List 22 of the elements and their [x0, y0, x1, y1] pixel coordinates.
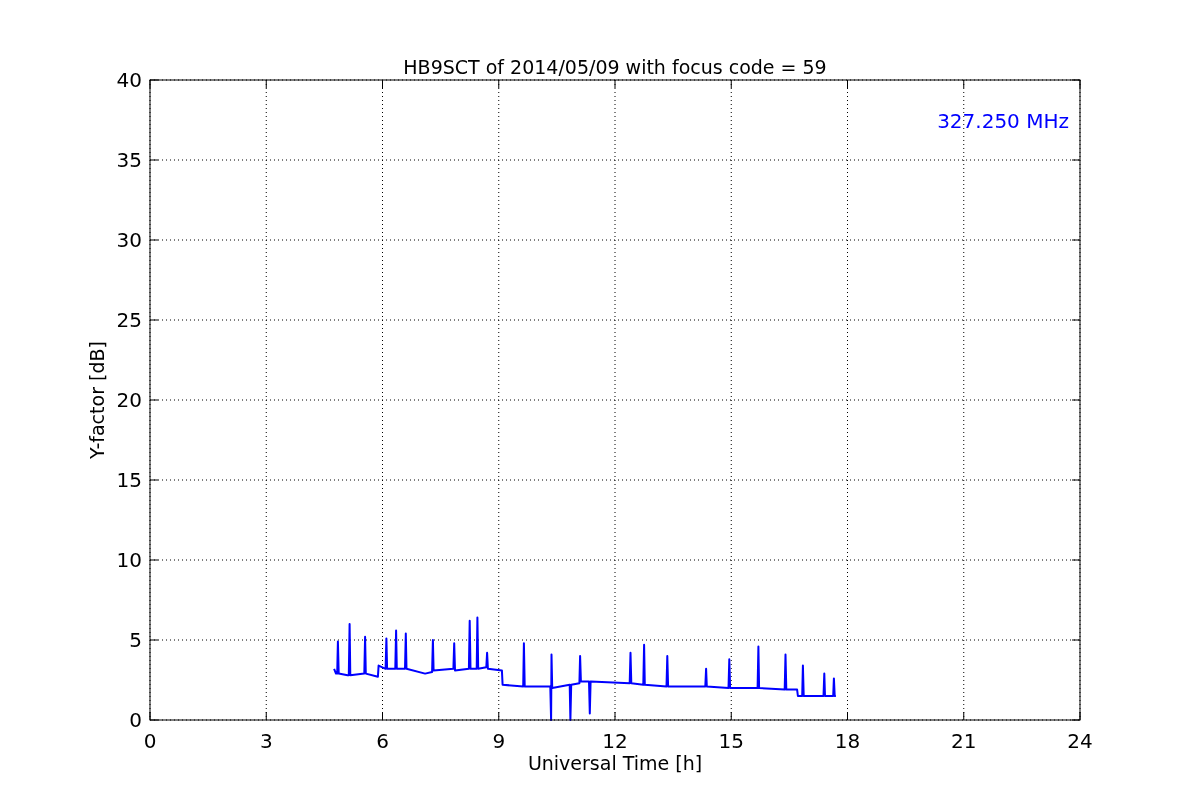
series-label: 327.250 MHz — [937, 109, 1069, 133]
y-tick-label: 25 — [116, 308, 142, 332]
y-tick-label: 10 — [116, 548, 142, 572]
chart-title: HB9SCT of 2014/05/09 with focus code = 59 — [403, 56, 827, 78]
x-tick-label: 21 — [951, 729, 977, 753]
x-axis-label: Universal Time [h] — [527, 752, 703, 774]
x-tick-label: 0 — [143, 729, 157, 753]
y-tick-label: 40 — [116, 68, 142, 92]
y-tick-label: 20 — [116, 388, 142, 412]
x-tick-label: 12 — [602, 729, 628, 753]
y-tick-label: 5 — [129, 628, 142, 652]
y-tick-label: 0 — [129, 708, 142, 732]
y-tick-label: 35 — [116, 148, 142, 172]
y-axis-label: Y-factor [dB] — [86, 341, 108, 459]
x-tick-label: 24 — [1067, 729, 1093, 753]
y-tick-label: 15 — [116, 468, 142, 492]
y-tick-label: 30 — [116, 228, 142, 252]
x-tick-label: 3 — [259, 729, 273, 753]
x-tick-label: 6 — [376, 729, 389, 753]
x-tick-label: 9 — [492, 729, 506, 753]
x-tick-label: 18 — [834, 729, 861, 753]
x-tick-label: 15 — [718, 729, 744, 753]
